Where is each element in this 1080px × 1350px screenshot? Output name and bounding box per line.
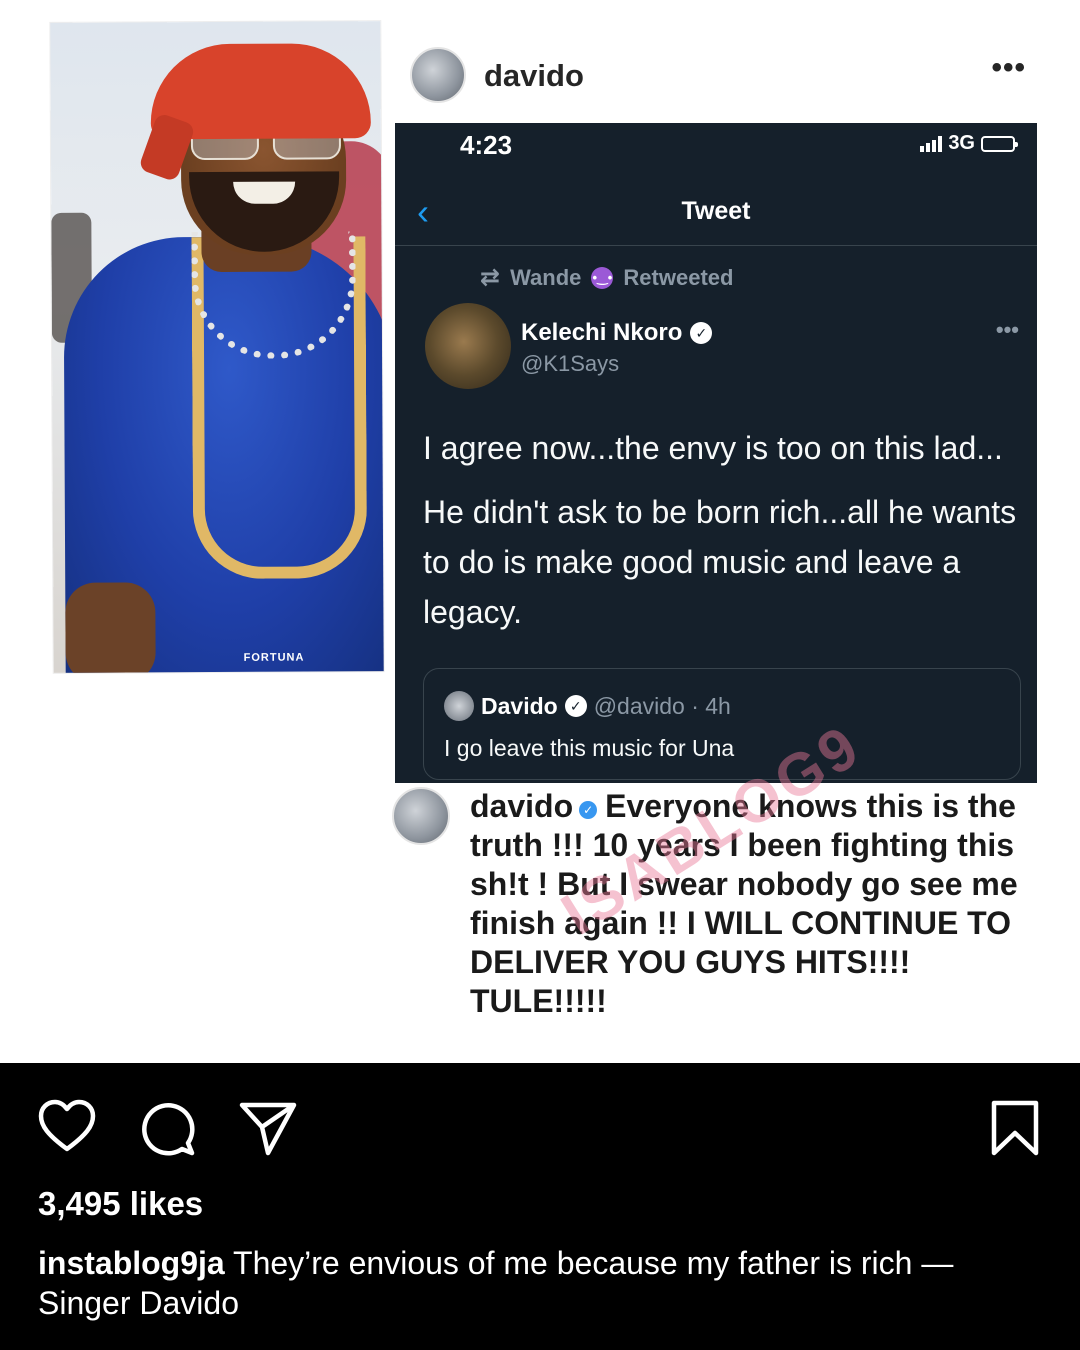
tweet-author-handle: @K1Says bbox=[521, 351, 620, 376]
network-type: 3G bbox=[948, 132, 975, 154]
caption-text-block: davido ✓ Everyone knows this is the truth … bbox=[470, 787, 1048, 1021]
tweet-more-icon: ••• bbox=[995, 317, 1019, 342]
arm bbox=[65, 582, 156, 673]
post-caption: instablog9ja They’re envious of me becau… bbox=[38, 1243, 1048, 1323]
status-time: 4:23 bbox=[460, 130, 513, 160]
embedded-post-header: davido ••• bbox=[410, 45, 1050, 105]
tweet-line: I agree now...the envy is too on this la… bbox=[423, 430, 1003, 466]
status-indicators: 3G bbox=[920, 132, 1018, 155]
quoted-meta: @davido · 4h bbox=[593, 692, 731, 719]
davido-caption: davido ✓ Everyone knows this is the truth … bbox=[392, 711, 1052, 1035]
battery-icon bbox=[981, 135, 1018, 152]
quoted-tweet: Davido ✓ @davido · 4h I go leave this mu… bbox=[423, 668, 1021, 780]
signal-icon bbox=[920, 135, 943, 152]
davido-photo: FORTUNA bbox=[50, 21, 384, 673]
post-image: FORTUNA davido ••• 4:23 3G ‹ Tweet ⇄ Wan… bbox=[0, 0, 1080, 1063]
retweet-icon: ⇄ bbox=[480, 264, 501, 291]
comment-icon[interactable] bbox=[138, 1099, 196, 1157]
avatar bbox=[410, 47, 466, 103]
tweet-screenshot: 4:23 3G ‹ Tweet ⇄ Wande •‿• Retweeted Ke… bbox=[395, 123, 1037, 783]
likes-count[interactable]: 3,495 likes bbox=[38, 1185, 203, 1223]
tweet-line: He didn't ask to be born rich...all he w… bbox=[423, 494, 1017, 630]
avatar bbox=[392, 787, 450, 845]
tweet-author-avatar bbox=[425, 303, 511, 389]
retweet-context: ⇄ Wande •‿• Retweeted bbox=[480, 263, 733, 292]
caption-username: davido bbox=[470, 788, 574, 824]
tweet-nav-bar: ‹ Tweet bbox=[395, 183, 1037, 246]
heart-icon[interactable] bbox=[38, 1099, 96, 1153]
caption-author[interactable]: instablog9ja bbox=[38, 1245, 225, 1281]
devil-emoji-icon: •‿• bbox=[591, 266, 614, 289]
brand-mark: FORTUNA bbox=[243, 651, 305, 664]
verified-badge-icon: ✓ bbox=[579, 801, 598, 819]
bookmark-icon[interactable] bbox=[990, 1099, 1040, 1157]
retweeted-label: Retweeted bbox=[623, 264, 734, 290]
quoted-name: Davido bbox=[481, 692, 558, 719]
quoted-tweet-header: Davido ✓ @davido · 4h bbox=[444, 691, 731, 721]
quoted-avatar bbox=[444, 691, 474, 721]
verified-badge-icon: ✓ bbox=[564, 695, 587, 717]
nav-title: Tweet bbox=[681, 197, 751, 225]
verified-badge-icon: ✓ bbox=[690, 322, 713, 344]
tweet-author-name-row: Kelechi Nkoro ✓ bbox=[521, 319, 713, 347]
retweeter-name: Wande bbox=[510, 264, 582, 290]
tweet-author-name: Kelechi Nkoro bbox=[521, 319, 683, 346]
action-row bbox=[38, 1099, 1042, 1159]
tweet-body: I agree now...the envy is too on this la… bbox=[423, 423, 1023, 651]
post-username: davido bbox=[484, 58, 584, 93]
share-icon[interactable] bbox=[238, 1099, 298, 1157]
quoted-text: I go leave this music for Una bbox=[444, 735, 735, 761]
instagram-post-footer: 3,495 likes instablog9ja They’re envious… bbox=[0, 1063, 1080, 1350]
more-options-icon: ••• bbox=[991, 51, 1026, 84]
